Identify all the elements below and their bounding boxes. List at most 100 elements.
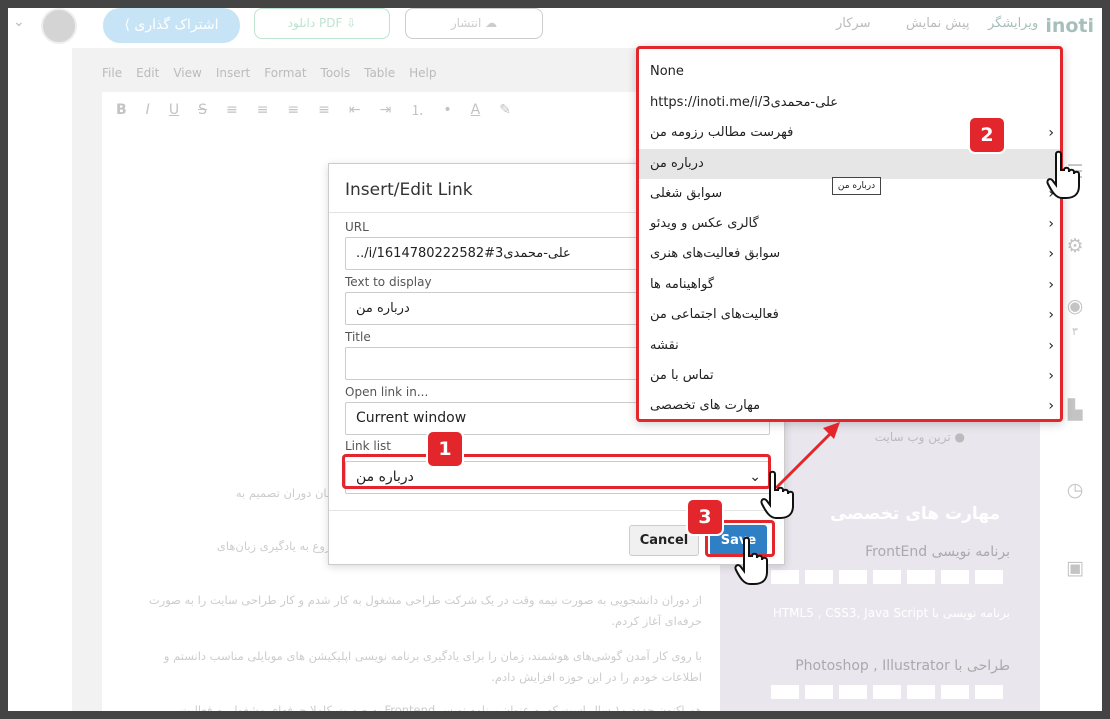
cloud-upload-icon: ☁ <box>485 16 498 30</box>
align-left-icon[interactable]: ≡ <box>226 102 238 118</box>
align-right-icon[interactable]: ≡ <box>287 102 299 118</box>
dropdown-item-label: درباره من <box>650 156 704 171</box>
chevron-right-icon: › <box>1048 368 1054 384</box>
skill-frontend: برنامه نویسی FrontEnd <box>865 544 1010 560</box>
hand-cursor-icon <box>1046 150 1080 199</box>
dropdown-item-label: فعالیت‌های اجتماعی من <box>650 307 779 322</box>
hand-cursor-icon <box>760 470 794 519</box>
skill-bar <box>771 685 1006 699</box>
dropdown-item-label: نقشه <box>650 338 679 353</box>
chevron-right-icon: › <box>1048 338 1054 354</box>
skill-bar <box>771 570 1006 584</box>
dropdown-item-label: تماس با من <box>650 368 714 383</box>
menu-format[interactable]: Format <box>264 66 306 80</box>
chevron-right-icon: › <box>1048 307 1054 323</box>
align-center-icon[interactable]: ≡ <box>257 102 269 118</box>
link-list-label: Link list <box>345 439 392 453</box>
menu-table[interactable]: Table <box>364 66 395 80</box>
avatar[interactable] <box>41 8 77 44</box>
pdf-button-label: دانلود PDF <box>287 16 343 30</box>
paragraph: از دوران دانشجویی به صورت نیمه وقت در یک… <box>148 593 702 628</box>
menu-help[interactable]: Help <box>409 66 436 80</box>
paragraph: با روی کار آمدن گوشی‌های هوشمند، زمان را… <box>163 649 702 684</box>
web-design-text: ● ترین وب سایت <box>875 430 965 444</box>
editor-menubar: File Edit View Insert Format Tools Table… <box>102 66 724 80</box>
tab-editor[interactable]: ویرایشگر <box>988 16 1038 31</box>
chevron-right-icon: › <box>1048 125 1054 141</box>
save-icon[interactable]: ▣ <box>1063 556 1087 580</box>
views-count: ۳ <box>1072 325 1078 338</box>
eye-icon[interactable]: ◉ <box>1063 294 1087 318</box>
tab-sarkar[interactable]: سرکار <box>836 16 871 31</box>
step-badge-3: 3 <box>688 500 722 534</box>
editor-toolbar: B I U S ≡ ≡ ≡ ≡ ⇤ ⇥ ⒈ • A ✎ <box>102 92 724 128</box>
open-link-label: Open link in... <box>345 385 429 399</box>
dropdown-item[interactable]: سوابق فعالیت‌های هنری › <box>639 239 1060 269</box>
tab-preview[interactable]: پیش نمایش <box>906 16 970 31</box>
dropdown-item-active[interactable]: درباره من <box>639 149 1060 179</box>
globe-icon: ● <box>950 430 965 444</box>
share-button[interactable]: ⟨ اشتراک گذاری <box>103 8 240 43</box>
title-label: Title <box>345 330 371 344</box>
outdent-icon[interactable]: ⇤ <box>349 102 361 118</box>
strikethrough-icon[interactable]: S <box>198 102 207 118</box>
menu-edit[interactable]: Edit <box>136 66 159 80</box>
chevron-right-icon: › <box>1048 216 1054 232</box>
dropdown-item-label: مهارت های تخصصی <box>650 398 761 413</box>
logo: inoti <box>1045 15 1094 37</box>
dropdown-item-label: سوابق شغلی <box>650 186 723 201</box>
download-icon: ⇩ <box>346 16 357 30</box>
dropdown-item-label: None <box>650 64 684 79</box>
url-label: URL <box>345 220 369 234</box>
dropdown-item-label: سوابق فعالیت‌های هنری <box>650 246 781 261</box>
chevron-right-icon: › <box>1048 398 1054 414</box>
chevron-right-icon: › <box>1048 246 1054 262</box>
step-badge-1: 1 <box>428 432 462 466</box>
link-list-highlight <box>342 454 771 489</box>
dropdown-item[interactable]: تماس با من › <box>639 361 1060 391</box>
chevron-down-icon[interactable]: ⌄ <box>13 14 25 30</box>
text-to-display-label: Text to display <box>345 275 432 289</box>
dropdown-item-label: گالری عکس و ویدئو <box>650 216 759 231</box>
justify-icon[interactable]: ≡ <box>318 102 330 118</box>
publish-button[interactable]: انتشار ☁ <box>405 8 543 39</box>
dropdown-item[interactable]: None <box>639 57 1060 87</box>
numbered-list-icon[interactable]: ⒈ <box>410 100 424 120</box>
history-icon[interactable]: ◷ <box>1063 478 1087 502</box>
dropdown-item-label: فهرست مطالب رزومه من <box>650 125 794 140</box>
publish-button-label: انتشار <box>450 16 482 30</box>
top-bar: ⌄ ⟨ اشتراک گذاری دانلود PDF ⇩ انتشار ☁ س… <box>8 8 1102 48</box>
pdf-download-button[interactable]: دانلود PDF ⇩ <box>254 8 390 39</box>
dropdown-item[interactable]: نقشه › <box>639 331 1060 361</box>
skill-frontend-desc: برنامه نویسی با HTML5 , CSS3, Java Scrip… <box>772 606 1010 620</box>
browser-frame: ⌄ ⟨ اشتراک گذاری دانلود PDF ⇩ انتشار ☁ س… <box>8 8 1102 711</box>
factory-icon[interactable]: ▙ <box>1063 398 1087 422</box>
dropdown-item[interactable]: فعالیت‌های اجتماعی من › <box>639 300 1060 330</box>
highlight-icon[interactable]: ✎ <box>499 102 511 118</box>
dropdown-item[interactable]: گواهینامه ها › <box>639 270 1060 300</box>
link-list-dropdown: None https://inoti.me/i/3علی-محمدی فهرست… <box>636 46 1063 422</box>
menu-tools[interactable]: Tools <box>321 66 351 80</box>
dropdown-item-label: گواهینامه ها <box>650 277 715 292</box>
italic-icon[interactable]: I <box>146 102 150 118</box>
skill-design: طراحی با Photoshop , Illustrator <box>795 658 1010 674</box>
menu-insert[interactable]: Insert <box>216 66 250 80</box>
web-design-label: ترین وب سایت <box>874 430 951 444</box>
indent-icon[interactable]: ⇥ <box>380 102 392 118</box>
bullet-list-icon[interactable]: • <box>443 102 451 118</box>
menu-view[interactable]: View <box>173 66 201 80</box>
underline-icon[interactable]: U <box>169 102 179 118</box>
dropdown-item[interactable]: گالری عکس و ویدئو › <box>639 209 1060 239</box>
dropdown-item-label: https://inoti.me/i/3علی-محمدی <box>650 95 839 110</box>
gear-icon[interactable]: ⚙ <box>1063 234 1087 258</box>
dropdown-item[interactable]: https://inoti.me/i/3علی-محمدی <box>639 88 1060 118</box>
hand-cursor-icon <box>734 536 768 585</box>
dialog-title: Insert/Edit Link <box>345 180 473 200</box>
dropdown-item[interactable]: مهارت های تخصصی › <box>639 391 1060 421</box>
chevron-right-icon: › <box>1048 277 1054 293</box>
menu-file[interactable]: File <box>102 66 122 80</box>
bold-icon[interactable]: B <box>116 102 127 118</box>
share-button-label: اشتراک گذاری <box>134 17 219 33</box>
text-color-icon[interactable]: A <box>471 102 481 118</box>
paragraph: هم اکنون حدود ۱۰ سال است که به عنوان برن… <box>179 703 702 711</box>
